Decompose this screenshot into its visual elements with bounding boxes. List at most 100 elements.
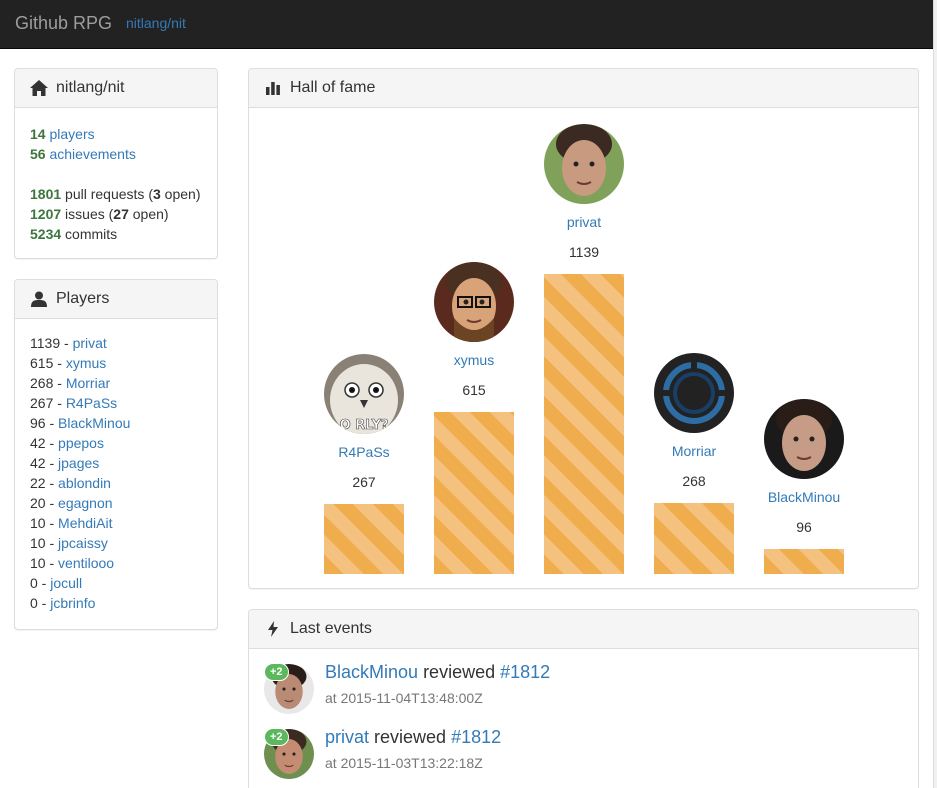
hof-score: 267 — [352, 474, 376, 490]
hof-score: 1139 — [568, 244, 600, 260]
player-link[interactable]: ablondin — [58, 475, 111, 491]
repo-panel-heading: nitlang/nit — [15, 69, 217, 108]
hof-player-link[interactable]: privat — [544, 214, 624, 230]
player-link[interactable]: jpages — [58, 455, 99, 471]
player-link[interactable]: jpcaissy — [58, 535, 108, 551]
commits-stat: 5234 commits — [30, 226, 118, 242]
player-score: 267 — [30, 395, 54, 411]
pull-requests-stat: 1801 pull requests (3 open) — [30, 186, 201, 202]
player-link[interactable]: Morriar — [66, 375, 110, 391]
event-action: reviewed — [423, 662, 496, 682]
issues-stat: 1207 issues (27 open) — [30, 206, 169, 222]
player-row: 10 - MehdiAit — [30, 515, 113, 531]
navbar: Github RPG nitlang/nit — [0, 0, 933, 49]
player-row: 0 - jcbrinfo — [30, 595, 96, 611]
player-row: 22 - ablondin — [30, 475, 111, 491]
event-action: reviewed — [374, 727, 447, 747]
event-user-link[interactable]: privat — [325, 727, 369, 747]
player-score: 10 — [30, 515, 46, 531]
player-score: 96 — [30, 415, 46, 431]
hof-bar — [324, 504, 404, 574]
player-link[interactable]: BlackMinou — [58, 415, 130, 431]
player-row: 267 - R4PaSs — [30, 395, 118, 411]
player-link[interactable]: ppepos — [58, 435, 104, 451]
player-score: 1139 — [30, 335, 61, 351]
event-title: BlackMinou reviewed #1812 — [325, 662, 550, 683]
player-link[interactable]: privat — [73, 335, 107, 351]
event-points-badge: +2 — [264, 728, 289, 746]
event-ref-link[interactable]: #1812 — [451, 727, 501, 747]
player-link[interactable]: jcbrinfo — [50, 595, 95, 611]
hof-avatar[interactable] — [544, 124, 624, 204]
players-panel-title: Players — [56, 290, 110, 307]
player-score: 0 — [30, 575, 38, 591]
last-events-panel: Last events +2 BlackMinou reviewed #1812 a… — [248, 609, 919, 788]
player-link[interactable]: egagnon — [58, 495, 113, 511]
achievements-stat: 56 achievements — [30, 146, 136, 162]
player-row: 96 - BlackMinou — [30, 415, 131, 431]
player-link[interactable]: jocull — [50, 575, 82, 591]
repo-nav-link[interactable]: nitlang/nit — [126, 15, 186, 31]
brand-link[interactable]: Github RPG — [15, 13, 112, 34]
player-score: 20 — [30, 495, 46, 511]
hof-avatar[interactable] — [654, 353, 734, 433]
hof-bar — [764, 549, 844, 574]
player-row: 268 - Morriar — [30, 375, 111, 391]
event-ref-link[interactable]: #1812 — [500, 662, 550, 682]
hall-of-fame-chart: 267 R4PaSs O RLY? 615 xymus 1139 privat 268 Morr… — [249, 69, 918, 588]
player-score: 42 — [30, 455, 46, 471]
player-link[interactable]: ventilooo — [58, 555, 114, 571]
player-row: 42 - ppepos — [30, 435, 104, 451]
hof-score: 615 — [462, 382, 486, 398]
hof-bar — [654, 503, 734, 574]
event-user-link[interactable]: BlackMinou — [325, 662, 418, 682]
event-date: at 2015-11-03T13:22:18Z — [325, 755, 483, 771]
player-row: 615 - xymus — [30, 355, 107, 371]
svg-text:O RLY?: O RLY? — [340, 418, 389, 433]
player-link[interactable]: xymus — [66, 355, 106, 371]
hof-bar — [544, 274, 624, 574]
hof-player-link[interactable]: xymus — [434, 352, 514, 368]
hof-score: 268 — [682, 473, 706, 489]
player-score: 615 — [30, 355, 54, 371]
achievements-link[interactable]: achievements — [49, 146, 135, 162]
last-events-heading: Last events — [249, 610, 918, 649]
player-score: 10 — [30, 555, 46, 571]
event-date: at 2015-11-04T13:48:00Z — [325, 690, 483, 706]
repo-panel-title: nitlang/nit — [56, 79, 125, 96]
event-title: privat reviewed #1812 — [325, 727, 501, 748]
hof-bar — [434, 412, 514, 574]
scrollbar[interactable] — [933, 0, 937, 788]
player-link[interactable]: R4PaSs — [66, 395, 117, 411]
repo-panel: nitlang/nit 14 players 56 achievements 1… — [14, 68, 218, 259]
hof-avatar[interactable]: O RLY? — [324, 354, 404, 434]
lightning-icon — [264, 620, 282, 638]
event-item: +2 privat reviewed #1812 at 2015-11-03T13:… — [264, 714, 904, 779]
hof-avatar[interactable] — [434, 262, 514, 342]
event-item: +2 BlackMinou reviewed #1812 at 2015-11-04… — [264, 649, 904, 714]
player-row: 10 - jpcaissy — [30, 535, 108, 551]
home-icon — [30, 79, 48, 97]
players-link[interactable]: players — [49, 126, 94, 142]
players-panel: Players 1139 - privat 615 - xymus 268 - Mo… — [14, 279, 218, 630]
last-events-title: Last events — [290, 620, 372, 637]
player-row: 42 - jpages — [30, 455, 100, 471]
player-row: 0 - jocull — [30, 575, 83, 591]
player-row: 10 - ventilooo — [30, 555, 115, 571]
hof-player-link[interactable]: R4PaSs — [324, 444, 404, 460]
player-row: 1139 - privat — [30, 335, 107, 351]
hof-avatar[interactable] — [764, 399, 844, 479]
hof-score: 96 — [796, 519, 812, 535]
player-score: 42 — [30, 435, 46, 451]
players-panel-heading: Players — [15, 280, 217, 319]
player-row: 20 - egagnon — [30, 495, 113, 511]
player-link[interactable]: MehdiAit — [58, 515, 112, 531]
event-points-badge: +2 — [264, 663, 289, 681]
hall-of-fame-panel: Hall of fame 267 R4PaSs O RLY? 615 xymus 1139… — [248, 68, 919, 589]
user-icon — [30, 290, 48, 308]
player-score: 268 — [30, 375, 54, 391]
players-stat: 14 players — [30, 126, 95, 142]
player-score: 22 — [30, 475, 46, 491]
hof-player-link[interactable]: Morriar — [654, 443, 734, 459]
hof-player-link[interactable]: BlackMinou — [764, 489, 844, 505]
